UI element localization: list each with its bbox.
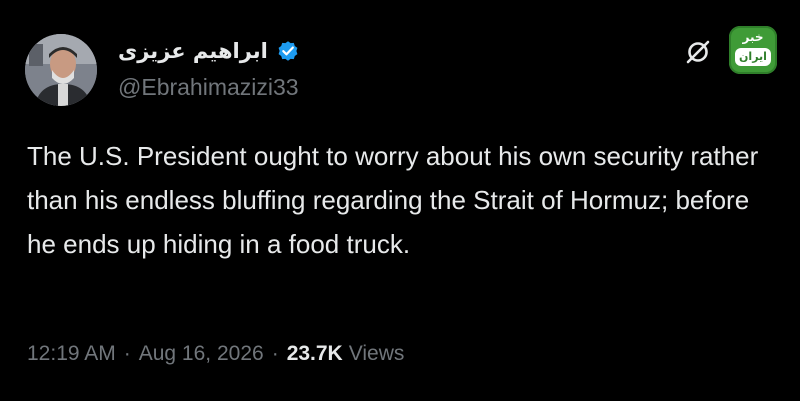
news-channel-logo[interactable]: خبر ایران bbox=[729, 26, 777, 74]
author-display-name[interactable]: ابراهیم عزیزی bbox=[118, 39, 268, 63]
meta-separator: · bbox=[123, 342, 131, 365]
tweet-date[interactable]: Aug 16, 2026 bbox=[139, 342, 264, 366]
author-handle[interactable]: @Ebrahimazizi33 bbox=[118, 74, 299, 101]
avatar[interactable] bbox=[25, 34, 97, 106]
tweet-time[interactable]: 12:19 AM bbox=[27, 342, 116, 366]
tweet-meta-row: 12:19 AM · Aug 16, 2026 · 23.7K Views bbox=[27, 342, 404, 366]
views-count[interactable]: 23.7K bbox=[287, 342, 343, 366]
tweet-body-text: The U.S. President ought to worry about … bbox=[27, 141, 759, 259]
profile-photo-image bbox=[25, 34, 97, 106]
tweet-card: ابراهیم عزیزی @Ebrahimazizi33 خبر ایران … bbox=[0, 0, 800, 401]
x-logo-icon[interactable] bbox=[684, 38, 712, 66]
verified-badge-icon[interactable] bbox=[276, 39, 300, 63]
views-label: Views bbox=[348, 342, 405, 365]
author-name-row: ابراهیم عزیزی bbox=[118, 34, 300, 68]
meta-separator: · bbox=[271, 342, 279, 365]
badge-top-text: خبر bbox=[742, 30, 764, 44]
badge-bottom-text: ایران bbox=[735, 48, 771, 66]
